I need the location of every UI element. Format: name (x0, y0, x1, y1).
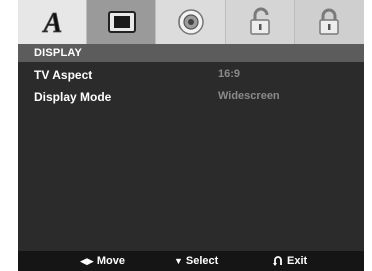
section-header: DISPLAY (18, 44, 364, 62)
setup-menu-screen: A DISPLAY TV Aspect 16:9 Display Mode Wi… (18, 0, 364, 271)
setting-value: 16:9 (218, 68, 241, 80)
section-title: DISPLAY (34, 47, 83, 59)
down-arrow-icon: ▼ (174, 256, 183, 266)
footer-exit-hint: Exit (272, 255, 307, 267)
exit-label: Exit (287, 255, 308, 267)
footer-select-hint: ▼ Select (174, 255, 218, 267)
setting-row-display-mode[interactable]: Display Mode Widescreen (18, 88, 364, 106)
setting-row-tv-aspect[interactable]: TV Aspect 16:9 (18, 66, 364, 84)
tab-parental-lock[interactable] (294, 0, 364, 44)
menu-tab-bar: A (18, 0, 364, 44)
footer-move-hint: ◀▶ Move (80, 255, 125, 267)
lock-icon (319, 8, 340, 35)
display-icon (107, 11, 136, 33)
unlock-icon (250, 7, 270, 35)
tab-parental-unlock[interactable] (225, 0, 295, 44)
tab-display[interactable] (87, 0, 157, 44)
setting-label: Display Mode (34, 90, 112, 104)
tab-language[interactable]: A (18, 0, 88, 44)
left-right-arrows-icon: ◀▶ (80, 255, 94, 266)
move-label: Move (96, 255, 125, 267)
language-icon: A (41, 8, 62, 39)
setting-value: Widescreen (218, 90, 280, 102)
footer-help-bar: ◀▶ Move ▼ Select Exit (18, 251, 364, 271)
svg-text:A: A (41, 8, 62, 39)
return-arrow-icon (273, 256, 282, 266)
setting-label: TV Aspect (34, 68, 93, 82)
speaker-icon (178, 9, 204, 35)
select-label: Select (185, 255, 219, 267)
tab-audio[interactable] (156, 0, 226, 44)
